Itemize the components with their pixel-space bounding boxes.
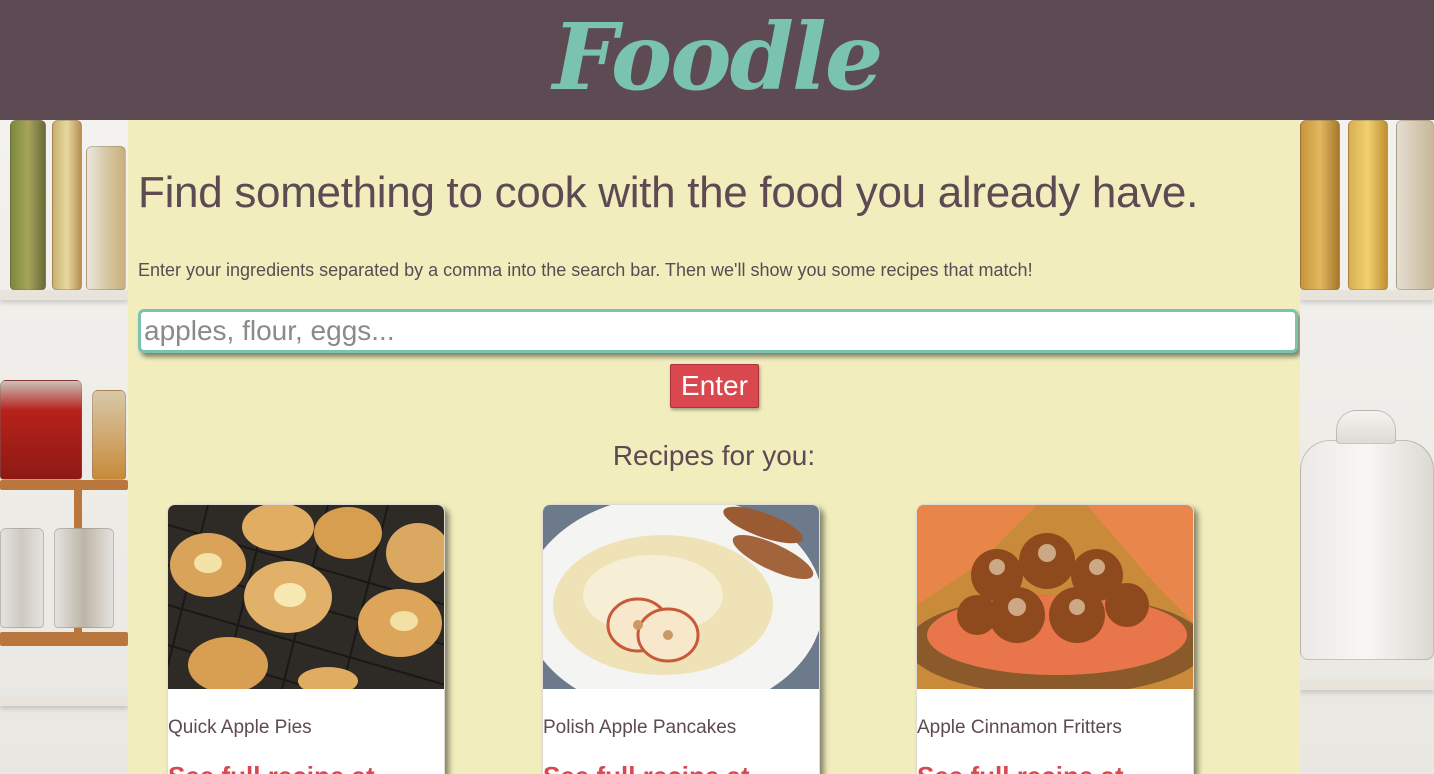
recipes-heading: Recipes for you: (612, 440, 816, 471)
recipe-title: Apple Cinnamon Fritters (917, 717, 1122, 738)
recipe-source-link[interactable]: See full recipe at (543, 761, 750, 774)
recipe-image-apple-fritters[interactable] (917, 505, 1193, 689)
recipe-image-apple-pancakes[interactable] (543, 505, 819, 689)
recipe-title: Quick Apple Pies (168, 717, 312, 738)
honey-jar-icon (92, 390, 126, 480)
recipe-card[interactable]: Quick Apple Pies See full recipe at (167, 504, 445, 774)
recipe-image-apple-pies[interactable] (168, 505, 444, 689)
pantry-background-left (0, 120, 128, 774)
search-instructions: Enter your ingredients separated by a co… (138, 260, 1033, 280)
shelf-divider (1300, 680, 1434, 690)
cereal-jar-icon (1348, 120, 1388, 290)
recipe-card[interactable]: Polish Apple Pancakes See full recipe at (542, 504, 820, 774)
ingredients-search-input[interactable] (138, 309, 1298, 353)
canister-icon (86, 146, 126, 290)
sugar-canister-icon (1300, 440, 1434, 660)
main-content: Find something to cook with the food you… (128, 120, 1300, 774)
spice-jar-icon (10, 120, 46, 290)
pantry-background-right (1300, 120, 1434, 774)
canister-icon (1396, 120, 1434, 290)
shelf-divider (0, 290, 128, 300)
page-headline: Find something to cook with the food you… (138, 168, 1198, 217)
recipe-card[interactable]: Apple Cinnamon Fritters See full recipe … (916, 504, 1194, 774)
foodle-logo[interactable]: Foodle (553, 11, 884, 103)
wood-rack (0, 480, 128, 490)
pasta-jar-icon (1300, 120, 1340, 290)
recipe-source-link[interactable]: See full recipe at (168, 761, 375, 774)
site-header: Foodle (0, 0, 1434, 120)
pasta-jar-icon (52, 120, 82, 290)
shelf-divider (0, 696, 128, 706)
jam-jar-icon (0, 380, 82, 480)
recipe-title: Polish Apple Pancakes (543, 717, 737, 738)
glass-jar-icon (0, 528, 44, 628)
glass-jar-icon (54, 528, 114, 628)
recipe-source-link[interactable]: See full recipe at (917, 761, 1124, 774)
canister-lid-icon (1336, 410, 1396, 444)
wood-tray (0, 632, 128, 646)
enter-button[interactable]: Enter (670, 364, 759, 408)
shelf-divider (1300, 290, 1434, 300)
